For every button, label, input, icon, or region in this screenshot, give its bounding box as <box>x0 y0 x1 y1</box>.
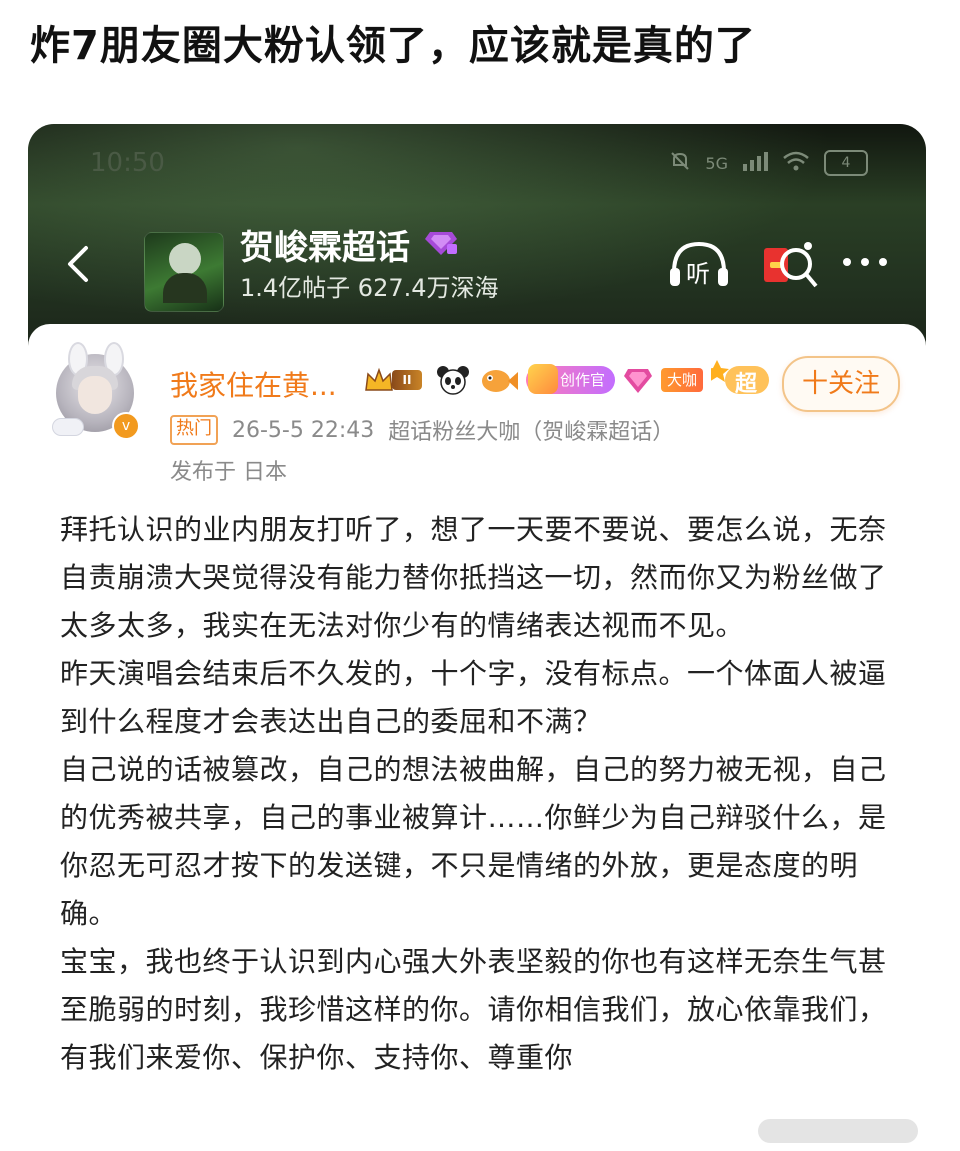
network-label: 5G <box>705 153 728 173</box>
wifi-icon <box>782 150 810 176</box>
watermark <box>758 1119 918 1143</box>
more-icon <box>843 258 887 266</box>
creator-badge: 创作官 <box>526 364 616 394</box>
hot-tag: 热门 <box>170 415 218 445</box>
verified-icon: v <box>112 412 140 440</box>
super-badge-label: 超 <box>735 372 758 397</box>
cloud-icon <box>52 418 84 436</box>
super-badge: 超 <box>711 360 771 400</box>
phone-screenshot: 10:50 5G 4 贺峻霖超话 1.4亿帖子 627.4万深海 听 v 我家住… <box>28 124 926 1151</box>
post-paragraph: 自己说的话被篡改，自己的想法被曲解，自己的努力被无视，自己的优秀被共享，自己的事… <box>60 753 887 930</box>
username[interactable]: 我家住在黄... <box>170 364 337 404</box>
dk-badge: 大咖 <box>661 368 704 392</box>
listen-label: 听 <box>686 260 710 288</box>
status-icons: 5G 4 <box>669 150 868 176</box>
status-time: 10:50 <box>90 148 165 178</box>
battery-icon: 4 <box>824 150 868 176</box>
more-button[interactable] <box>840 252 890 276</box>
back-button[interactable] <box>58 242 98 286</box>
creator-badge-label: 创作官 <box>560 371 606 389</box>
topic-stats: 1.4亿帖子 627.4万深海 <box>240 274 499 302</box>
topic-avatar[interactable] <box>144 232 224 312</box>
mute-icon <box>669 150 691 176</box>
listen-button[interactable]: 听 <box>668 238 730 294</box>
post-card: v 我家住在黄... II 创作官 大咖 超 十关注 热门 26-5-5 22:… <box>28 324 926 1151</box>
post-paragraph: 拜托认识的业内朋友打听了，想了一天要不要说、要怎么说，无奈自责崩溃大哭觉得没有能… <box>60 513 887 642</box>
post-timestamp: 26-5-5 22:43 <box>232 417 375 443</box>
chevron-left-icon <box>68 246 88 282</box>
follow-button[interactable]: 十关注 <box>782 356 900 412</box>
panda-icon <box>436 365 470 395</box>
gem-badge-icon <box>623 365 653 395</box>
post-paragraph: 昨天演唱会结束后不久发的，十个字，没有标点。一个体面人被逼到什么程度才会表达出自… <box>60 657 887 738</box>
article-headline: 炸7朋友圈大粉认领了，应该就是真的了 <box>30 23 756 69</box>
post-meta: 热门 26-5-5 22:43 超话粉丝大咖（贺峻霖超话） <box>170 414 674 446</box>
post-body: 拜托认识的业内朋友打听了，想了一天要不要说、要怎么说，无奈自责崩溃大哭觉得没有能… <box>60 506 906 1082</box>
topic-name[interactable]: 贺峻霖超话 <box>240 220 410 269</box>
fish-icon <box>478 366 518 394</box>
level-label: II <box>392 370 422 390</box>
user-badges: II 创作官 大咖 超 <box>364 360 771 400</box>
signal-icon <box>742 150 768 176</box>
post-source[interactable]: 超话粉丝大咖（贺峻霖超话） <box>388 414 674 446</box>
gem-icon <box>424 230 458 260</box>
red-packet-button[interactable] <box>762 238 818 294</box>
red-packet-icon <box>764 242 818 288</box>
post-paragraph: 宝宝，我也终于认识到内心强大外表坚毅的你也有这样无奈生气甚至脆弱的时刻，我珍惜这… <box>60 945 887 1074</box>
crown-level-badge: II <box>364 364 428 396</box>
post-location: 发布于 日本 <box>170 460 287 485</box>
